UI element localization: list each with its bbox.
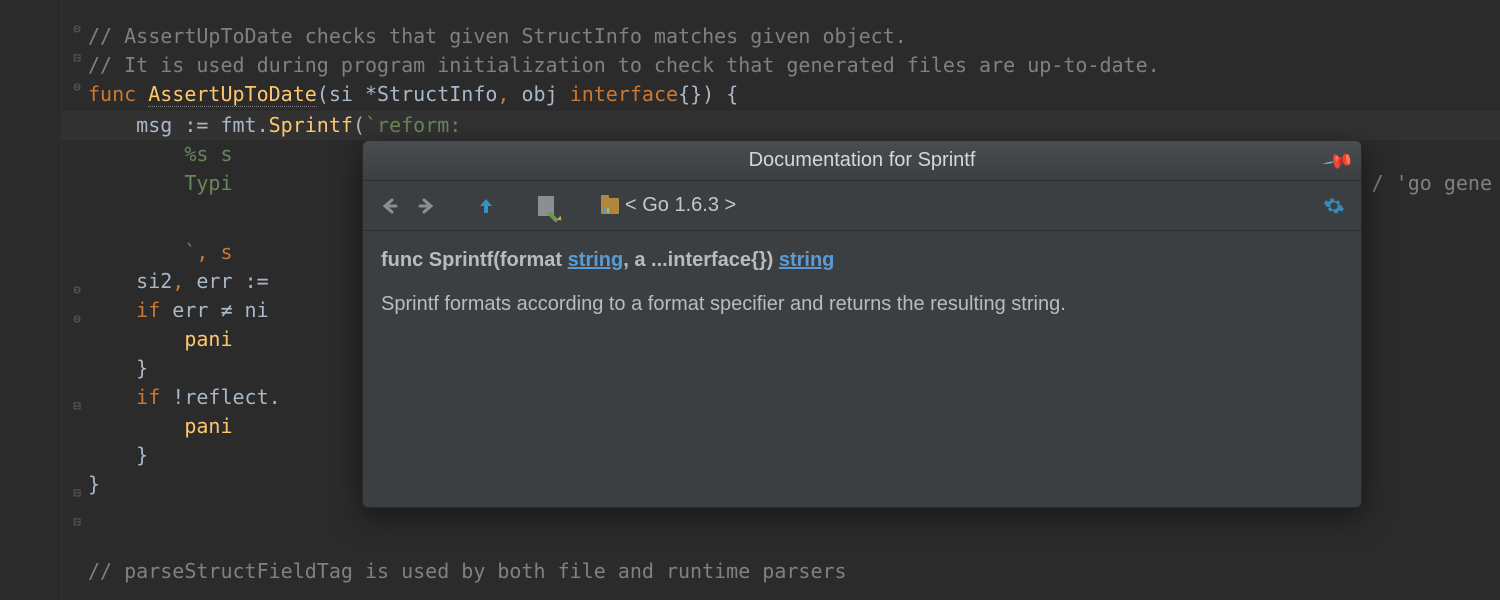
string: ` <box>184 240 196 264</box>
comment: // AssertUpToDate checks that given Stru… <box>88 24 907 48</box>
comment: // parseStructFieldTag is used by both f… <box>88 559 847 583</box>
text: } <box>88 356 148 380</box>
text <box>88 240 184 264</box>
fold-marker[interactable]: ⊖ <box>70 81 84 95</box>
breadcrumb-label: < Go 1.6.3 > <box>625 194 736 217</box>
text <box>88 298 136 322</box>
forward-button[interactable] <box>411 191 441 221</box>
fold-marker[interactable]: ⊟ <box>70 400 84 414</box>
params: {}) { <box>678 82 738 106</box>
text <box>88 414 184 438</box>
call: pani <box>184 414 232 438</box>
string: Typi <box>88 171 233 195</box>
doc-signature: func Sprintf(format string, a ...interfa… <box>381 245 1343 275</box>
keyword: if <box>136 298 160 322</box>
sig-text: func Sprintf(format <box>381 249 568 271</box>
sep: , s <box>196 240 232 264</box>
params: obj <box>509 82 569 106</box>
text: ( <box>353 113 365 137</box>
gutter <box>0 0 62 600</box>
up-button[interactable] <box>471 191 501 221</box>
text: si2 <box>88 269 172 293</box>
code-line[interactable]: func AssertUpToDate(si *StructInfo, obj … <box>88 80 1492 109</box>
string: %s s <box>184 142 232 166</box>
sig-text: , a ...interface{}) <box>623 249 779 271</box>
text <box>88 142 184 166</box>
keyword: interface <box>570 82 678 106</box>
pin-icon[interactable]: 📌 <box>1321 144 1356 179</box>
sep: , <box>172 269 184 293</box>
text: err <box>184 269 244 293</box>
call: pani <box>184 327 232 351</box>
type-link-string-return[interactable]: string <box>779 249 835 271</box>
doc-popup-toolbar: < Go 1.6.3 > <box>363 181 1361 231</box>
doc-popup-header: Documentation for Sprintf 📌 <box>363 141 1361 181</box>
text <box>88 327 184 351</box>
back-button[interactable] <box>375 191 405 221</box>
text <box>88 385 136 409</box>
text: msg <box>88 113 184 137</box>
fold-marker[interactable]: ⊖ <box>70 313 84 327</box>
text: err ≠ ni <box>160 298 268 322</box>
doc-description: Sprintf formats according to a format sp… <box>381 289 1343 319</box>
doc-popup-body: func Sprintf(format string, a ...interfa… <box>363 231 1361 333</box>
code-line[interactable]: // AssertUpToDate checks that given Stru… <box>88 22 1492 51</box>
type-link-string[interactable]: string <box>568 249 624 271</box>
comment: / 'go gene <box>1372 171 1492 195</box>
doc-popup-title: Documentation for Sprintf <box>749 149 976 172</box>
text: } <box>88 472 100 496</box>
fold-marker[interactable]: ⊟ <box>70 516 84 530</box>
comment: // It is used during program initializat… <box>88 53 1160 77</box>
code-line[interactable]: msg := fmt.Sprintf(`reform: <box>88 111 1492 140</box>
string: `reform: <box>365 113 461 137</box>
function-name: AssertUpToDate <box>148 82 317 107</box>
code-line[interactable]: // It is used during program initializat… <box>88 51 1492 80</box>
settings-button[interactable] <box>1319 191 1349 221</box>
keyword: func <box>88 82 136 106</box>
code-line[interactable]: // parseStructFieldTag is used by both f… <box>88 557 1492 586</box>
documentation-popup[interactable]: Documentation for Sprintf 📌 < Go 1.6.3 >… <box>362 140 1362 508</box>
fold-marker[interactable]: ⊟ <box>70 52 84 66</box>
fold-marker[interactable]: ⊖ <box>70 284 84 298</box>
params: (si *StructInfo <box>317 82 498 106</box>
sep: , <box>497 82 509 106</box>
fold-marker[interactable]: ⊟ <box>70 487 84 501</box>
text: } <box>88 443 148 467</box>
text: !reflect. <box>160 385 280 409</box>
edit-source-button[interactable] <box>531 191 561 221</box>
op: := <box>245 269 269 293</box>
edit-icon <box>538 196 554 216</box>
keyword: if <box>136 385 160 409</box>
library-icon <box>601 198 619 214</box>
op: := <box>184 113 208 137</box>
breadcrumb[interactable]: < Go 1.6.3 > <box>601 194 736 217</box>
text: fmt. <box>208 113 268 137</box>
call: Sprintf <box>269 113 353 137</box>
fold-marker[interactable]: ⊖ <box>70 23 84 37</box>
code-line-tail: / 'go gene <box>1372 169 1492 198</box>
